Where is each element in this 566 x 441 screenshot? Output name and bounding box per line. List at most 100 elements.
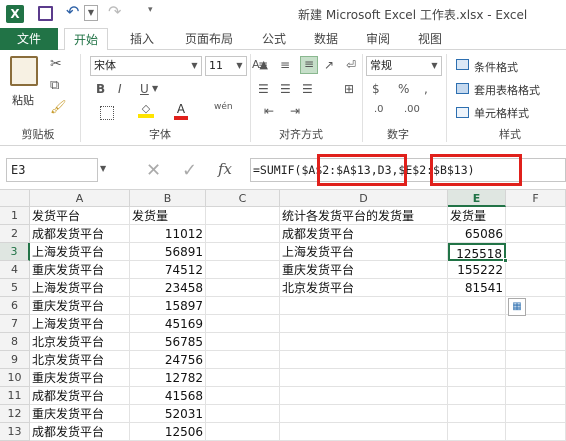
cell-a4[interactable]: 重庆发货平台: [30, 261, 130, 279]
cell-e11[interactable]: [448, 387, 506, 405]
cell-e3-selected[interactable]: 125518: [448, 243, 506, 261]
cell-f7[interactable]: [506, 315, 566, 333]
cell-c8[interactable]: [206, 333, 280, 351]
cell-c12[interactable]: [206, 405, 280, 423]
underline-button[interactable]: U: [140, 82, 149, 96]
tab-file[interactable]: 文件: [0, 28, 58, 50]
tab-page-layout[interactable]: 页面布局: [176, 28, 242, 50]
increase-indent-icon[interactable]: ⇥: [290, 104, 300, 118]
cell-b12[interactable]: 52031: [130, 405, 206, 423]
cut-icon[interactable]: ✂: [50, 56, 62, 72]
cell-a12[interactable]: 重庆发货平台: [30, 405, 130, 423]
quick-analysis-icon[interactable]: ▦: [508, 298, 526, 316]
tab-insert[interactable]: 插入: [122, 28, 162, 50]
comma-icon[interactable]: ,: [424, 82, 428, 96]
cell-b2[interactable]: 11012: [130, 225, 206, 243]
chevron-down-icon[interactable]: ▼: [233, 57, 246, 75]
cell-a2[interactable]: 成都发货平台: [30, 225, 130, 243]
row-header-5[interactable]: 5: [0, 279, 30, 297]
cell-a10[interactable]: 重庆发货平台: [30, 369, 130, 387]
enter-icon[interactable]: ✓: [182, 160, 197, 181]
cell-b11[interactable]: 41568: [130, 387, 206, 405]
row-header-7[interactable]: 7: [0, 315, 30, 333]
cell-e2[interactable]: 65086: [448, 225, 506, 243]
cell-d8[interactable]: [280, 333, 448, 351]
cell-e10[interactable]: [448, 369, 506, 387]
cell-c13[interactable]: [206, 423, 280, 441]
cell-c7[interactable]: [206, 315, 280, 333]
row-header-2[interactable]: 2: [0, 225, 30, 243]
cell-d2[interactable]: 成都发货平台: [280, 225, 448, 243]
excel-icon[interactable]: X: [6, 5, 24, 23]
cell-e8[interactable]: [448, 333, 506, 351]
save-icon[interactable]: [38, 6, 53, 21]
cell-e13[interactable]: [448, 423, 506, 441]
format-as-table-icon[interactable]: [456, 83, 469, 94]
cell-b1[interactable]: 发货量: [130, 207, 206, 225]
cell-f13[interactable]: [506, 423, 566, 441]
cell-c2[interactable]: [206, 225, 280, 243]
cell-e5[interactable]: 81541: [448, 279, 506, 297]
cell-c5[interactable]: [206, 279, 280, 297]
cell-d1[interactable]: 统计各发货平台的发货量: [280, 207, 448, 225]
row-header-12[interactable]: 12: [0, 405, 30, 423]
cell-d3[interactable]: 上海发货平台: [280, 243, 448, 261]
cell-b7[interactable]: 45169: [130, 315, 206, 333]
cell-e6[interactable]: [448, 297, 506, 315]
number-format-select[interactable]: 常规 ▼: [366, 56, 442, 76]
column-header-d[interactable]: D: [280, 190, 448, 207]
cancel-icon[interactable]: ✕: [146, 160, 161, 181]
name-box-dropdown-icon[interactable]: ▼: [100, 164, 106, 173]
cell-e1[interactable]: 发货量: [448, 207, 506, 225]
cell-d4[interactable]: 重庆发货平台: [280, 261, 448, 279]
row-header-10[interactable]: 10: [0, 369, 30, 387]
cell-a3[interactable]: 上海发货平台: [30, 243, 130, 261]
cell-e9[interactable]: [448, 351, 506, 369]
cell-e4[interactable]: 155222: [448, 261, 506, 279]
cell-f4[interactable]: [506, 261, 566, 279]
cell-a11[interactable]: 成都发货平台: [30, 387, 130, 405]
cell-a6[interactable]: 重庆发货平台: [30, 297, 130, 315]
orientation-icon[interactable]: ↗: [324, 58, 334, 72]
fill-color-icon[interactable]: ◇: [138, 102, 154, 118]
align-top-icon[interactable]: ≡: [258, 58, 268, 72]
cell-styles-button[interactable]: 单元格样式: [474, 105, 529, 121]
undo-icon[interactable]: ↶: [66, 2, 79, 21]
cell-c6[interactable]: [206, 297, 280, 315]
tab-home[interactable]: 开始: [64, 28, 108, 51]
align-left-icon[interactable]: ☰: [258, 82, 269, 96]
cell-a1[interactable]: 发货平台: [30, 207, 130, 225]
cell-b5[interactable]: 23458: [130, 279, 206, 297]
name-box[interactable]: E3: [6, 158, 98, 182]
customize-toolbar-icon[interactable]: ▾: [148, 5, 153, 15]
tab-formulas[interactable]: 公式: [254, 28, 294, 50]
align-center-icon[interactable]: ☰: [280, 82, 291, 96]
cell-d7[interactable]: [280, 315, 448, 333]
font-color-icon[interactable]: A: [174, 102, 188, 120]
fill-handle[interactable]: [503, 258, 508, 263]
cell-a9[interactable]: 北京发货平台: [30, 351, 130, 369]
percent-icon[interactable]: %: [398, 82, 409, 96]
copy-icon[interactable]: ⧉: [50, 78, 59, 93]
conditional-format-button[interactable]: 条件格式: [474, 59, 518, 75]
font-name-select[interactable]: 宋体 ▼: [90, 56, 202, 76]
cell-f3[interactable]: [506, 243, 566, 261]
cell-f5[interactable]: [506, 279, 566, 297]
cell-a5[interactable]: 上海发货平台: [30, 279, 130, 297]
cell-f9[interactable]: [506, 351, 566, 369]
cell-d9[interactable]: [280, 351, 448, 369]
column-header-e[interactable]: E: [448, 190, 506, 207]
cell-d6[interactable]: [280, 297, 448, 315]
wrap-text-icon[interactable]: ⏎: [346, 58, 356, 72]
cell-b10[interactable]: 12782: [130, 369, 206, 387]
chevron-down-icon[interactable]: ▼: [428, 57, 441, 75]
borders-icon[interactable]: [100, 106, 114, 120]
cell-e7[interactable]: [448, 315, 506, 333]
cell-a8[interactable]: 北京发货平台: [30, 333, 130, 351]
cell-b13[interactable]: 12506: [130, 423, 206, 441]
row-header-9[interactable]: 9: [0, 351, 30, 369]
row-header-8[interactable]: 8: [0, 333, 30, 351]
row-header-3[interactable]: 3: [0, 243, 30, 261]
currency-icon[interactable]: $: [372, 82, 380, 96]
row-header-1[interactable]: 1: [0, 207, 30, 225]
